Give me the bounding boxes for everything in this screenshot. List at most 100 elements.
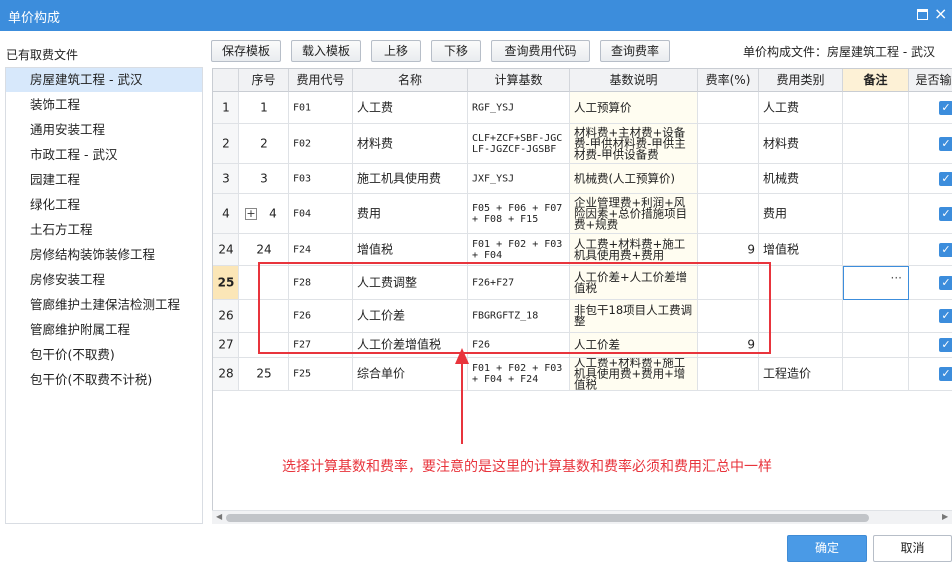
base-cell[interactable]: JXF_YSJ: [468, 164, 570, 194]
fee-file-item[interactable]: 管廊维护附属工程: [6, 318, 202, 342]
code-cell[interactable]: F03: [289, 164, 353, 194]
scroll-thumb[interactable]: [226, 514, 869, 522]
desc-cell[interactable]: 人工费+材料费+施工机具使用费+费用+增值税: [570, 358, 698, 391]
scroll-left-icon[interactable]: ◀: [216, 512, 222, 521]
type-cell[interactable]: [759, 333, 843, 358]
code-cell[interactable]: F02: [289, 124, 353, 164]
move-down-button[interactable]: 下移: [431, 40, 481, 62]
seq-cell[interactable]: 3: [239, 164, 289, 194]
code-cell[interactable]: F01: [289, 92, 353, 124]
remark-cell[interactable]: [843, 333, 909, 358]
output-cell[interactable]: ✓: [909, 124, 952, 164]
fee-file-item[interactable]: 房修安装工程: [6, 268, 202, 292]
type-cell[interactable]: [759, 300, 843, 333]
remark-cell[interactable]: [843, 124, 909, 164]
col-header-desc[interactable]: 基数说明: [570, 69, 698, 92]
load-template-button[interactable]: 载入模板: [291, 40, 361, 62]
fee-file-item[interactable]: 装饰工程: [6, 93, 202, 117]
checkbox-checked-icon[interactable]: ✓: [939, 100, 952, 115]
fee-file-item[interactable]: 包干价(不取费不计税): [6, 368, 202, 392]
desc-cell[interactable]: 机械费(人工预算价): [570, 164, 698, 194]
rate-cell[interactable]: [698, 92, 759, 124]
query-code-button[interactable]: 查询费用代码: [491, 40, 590, 62]
col-header-type[interactable]: 费用类别: [759, 69, 843, 92]
remark-cell[interactable]: [843, 234, 909, 266]
desc-cell[interactable]: 材料费+主材费+设备费-甲供材料费-甲供主材费-甲供设备费: [570, 124, 698, 164]
output-cell[interactable]: ✓: [909, 358, 952, 391]
col-header-base[interactable]: 计算基数: [468, 69, 570, 92]
checkbox-checked-icon[interactable]: ✓: [939, 171, 952, 186]
remark-cell[interactable]: [843, 194, 909, 234]
rate-cell[interactable]: [698, 164, 759, 194]
remark-cell[interactable]: [843, 164, 909, 194]
fee-file-item[interactable]: 包干价(不取费): [6, 343, 202, 367]
fee-file-item[interactable]: 园建工程: [6, 168, 202, 192]
move-up-button[interactable]: 上移: [371, 40, 421, 62]
name-cell[interactable]: 人工费: [353, 92, 468, 124]
fee-file-item[interactable]: 房屋建筑工程 - 武汉: [6, 68, 202, 92]
seq-cell[interactable]: 1: [239, 92, 289, 124]
fee-file-item[interactable]: 绿化工程: [6, 193, 202, 217]
checkbox-checked-icon[interactable]: ✓: [939, 136, 952, 151]
col-header-remark[interactable]: 备注: [843, 69, 909, 92]
seq-cell[interactable]: 2: [239, 124, 289, 164]
horizontal-scrollbar[interactable]: ◀ ▶: [212, 510, 952, 524]
checkbox-checked-icon[interactable]: ✓: [939, 206, 952, 221]
remark-cell[interactable]: [843, 358, 909, 391]
output-cell[interactable]: ✓: [909, 194, 952, 234]
code-cell[interactable]: F04: [289, 194, 353, 234]
save-template-button[interactable]: 保存模板: [211, 40, 281, 62]
type-cell[interactable]: 人工费: [759, 92, 843, 124]
query-rate-button[interactable]: 查询费率: [600, 40, 670, 62]
rate-cell[interactable]: [698, 124, 759, 164]
fee-file-item[interactable]: 市政工程 - 武汉: [6, 143, 202, 167]
col-header-seq[interactable]: 序号: [239, 69, 289, 92]
fee-file-item[interactable]: 房修结构装饰装修工程: [6, 243, 202, 267]
col-header-name[interactable]: 名称: [353, 69, 468, 92]
name-cell[interactable]: 施工机具使用费: [353, 164, 468, 194]
col-header-rate[interactable]: 费率(%): [698, 69, 759, 92]
ok-button[interactable]: 确定: [787, 535, 867, 562]
close-icon[interactable]: ×: [934, 4, 947, 24]
output-cell[interactable]: ✓: [909, 164, 952, 194]
output-cell[interactable]: ✓: [909, 333, 952, 358]
desc-cell[interactable]: 人工预算价: [570, 92, 698, 124]
remark-cell[interactable]: ···: [843, 266, 909, 300]
base-cell[interactable]: CLF+ZCF+SBF-JGCLF-JGZCF-JGSBF: [468, 124, 570, 164]
rate-cell[interactable]: [698, 358, 759, 391]
seq-cell[interactable]: +4: [239, 194, 289, 234]
col-header-output[interactable]: 是否输: [909, 69, 952, 92]
checkbox-checked-icon[interactable]: ✓: [939, 242, 952, 257]
seq-cell[interactable]: 25: [239, 358, 289, 391]
name-cell[interactable]: 材料费: [353, 124, 468, 164]
base-cell[interactable]: RGF_YSJ: [468, 92, 570, 124]
scroll-right-icon[interactable]: ▶: [942, 512, 948, 521]
output-cell[interactable]: ✓: [909, 234, 952, 266]
name-cell[interactable]: 费用: [353, 194, 468, 234]
checkbox-checked-icon[interactable]: ✓: [939, 309, 952, 323]
output-cell[interactable]: ✓: [909, 92, 952, 124]
fee-file-item[interactable]: 土石方工程: [6, 218, 202, 242]
type-cell[interactable]: 工程造价: [759, 358, 843, 391]
cancel-button[interactable]: 取消: [873, 535, 952, 562]
type-cell[interactable]: [759, 266, 843, 300]
desc-cell[interactable]: 企业管理费+利润+风险因素+总价措施项目费+规费: [570, 194, 698, 234]
type-cell[interactable]: 机械费: [759, 164, 843, 194]
col-header-code[interactable]: 费用代号: [289, 69, 353, 92]
fee-file-item[interactable]: 管廊维护土建保洁检测工程: [6, 293, 202, 317]
code-cell[interactable]: F25: [289, 358, 353, 391]
col-header-index[interactable]: [213, 69, 239, 92]
base-cell[interactable]: F05 + F06 + F07 + F08 + F15: [468, 194, 570, 234]
fee-file-item[interactable]: 通用安装工程: [6, 118, 202, 142]
expand-icon[interactable]: +: [245, 207, 257, 220]
base-cell[interactable]: F01 + F02 + F03 + F04 + F24: [468, 358, 570, 391]
checkbox-checked-icon[interactable]: ✓: [939, 367, 952, 381]
remark-cell[interactable]: [843, 300, 909, 333]
checkbox-checked-icon[interactable]: ✓: [939, 275, 952, 290]
type-cell[interactable]: 材料费: [759, 124, 843, 164]
output-cell[interactable]: ✓: [909, 300, 952, 333]
rate-cell[interactable]: [698, 194, 759, 234]
maximize-icon[interactable]: [917, 9, 928, 20]
type-cell[interactable]: 增值税: [759, 234, 843, 266]
name-cell[interactable]: 综合单价: [353, 358, 468, 391]
